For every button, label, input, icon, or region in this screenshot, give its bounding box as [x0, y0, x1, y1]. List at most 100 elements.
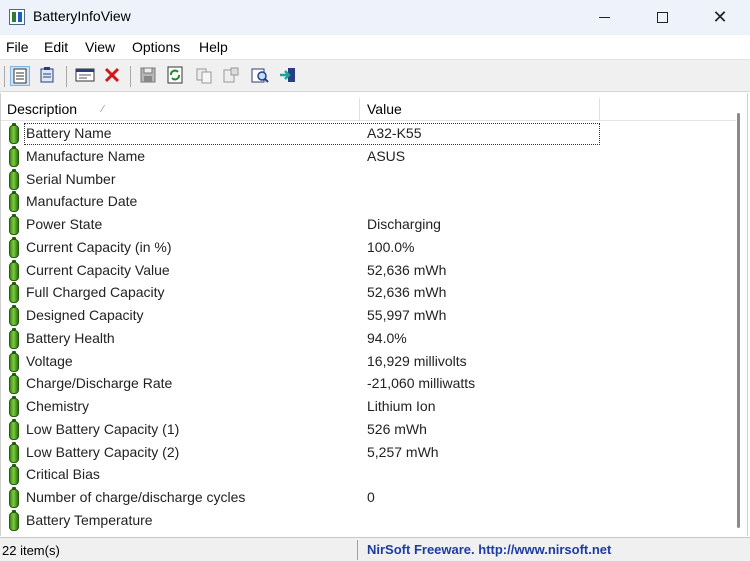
table-row[interactable]: Serial Number [1, 168, 736, 192]
row-value: 526 mWh [367, 420, 427, 437]
app-icon [9, 9, 25, 25]
row-value: Lithium Ion [367, 398, 436, 414]
options-icon [223, 67, 239, 83]
delete-icon [104, 67, 120, 83]
battery-icon [9, 145, 19, 167]
maximize-button[interactable] [633, 0, 691, 35]
table-row[interactable]: Battery Health 94.0% [1, 327, 736, 351]
nirsoft-link[interactable]: NirSoft Freeware. http://www.nirsoft.net [367, 542, 611, 557]
save-button[interactable] [139, 66, 159, 86]
refresh-button[interactable] [166, 66, 186, 86]
row-description: Serial Number [26, 170, 116, 187]
row-description: Number of charge/discharge cycles [26, 489, 246, 505]
row-value: 100.0% [367, 238, 415, 255]
table-row[interactable]: Battery Temperature [1, 509, 736, 533]
scrollbar-thumb[interactable] [737, 113, 740, 528]
column-header-value[interactable]: Value [367, 96, 597, 121]
row-value: A32-K55 [367, 125, 422, 141]
text-report-button[interactable] [38, 66, 58, 86]
minimize-button[interactable] [575, 0, 633, 35]
row-description: Battery Health [26, 329, 115, 346]
column-divider[interactable] [599, 98, 600, 121]
toolbar-separator [66, 66, 67, 87]
find-icon [251, 68, 269, 83]
properties-button[interactable] [75, 66, 95, 86]
list-header: Description ⁄ Value [1, 96, 747, 121]
row-description: Low Battery Capacity (1) [26, 420, 180, 437]
battery-icon [9, 327, 19, 349]
column-header-description-label: Description [7, 101, 78, 117]
column-header-value-label: Value [367, 101, 402, 117]
battery-icon [9, 373, 19, 395]
table-row[interactable]: Full Charged Capacity 52,636 mWh [1, 282, 736, 305]
status-bar: 22 item(s) NirSoft Freeware. http://www.… [0, 537, 750, 561]
menu-edit[interactable]: Edit [44, 39, 68, 55]
table-row[interactable]: Voltage 16,929 millivolts [1, 350, 736, 374]
html-report-button[interactable] [10, 66, 30, 86]
column-divider[interactable] [359, 98, 360, 121]
table-row[interactable]: Battery Name A32-K55 [1, 123, 736, 146]
row-value: 94.0% [367, 329, 407, 346]
table-row[interactable]: Current Capacity (in %) 100.0% [1, 236, 736, 260]
table-row[interactable]: Designed Capacity 55,997 mWh [1, 305, 736, 328]
row-description: Battery Name [26, 125, 112, 141]
menu-bar: File Edit View Options Help [0, 35, 750, 59]
battery-icon [9, 350, 19, 372]
properties-icon [75, 68, 95, 82]
table-row[interactable]: Manufacture Name ASUS [1, 145, 736, 169]
table-row[interactable]: Chemistry Lithium Ion [1, 396, 736, 419]
row-description: Low Battery Capacity (2) [26, 443, 180, 460]
row-description: Full Charged Capacity [26, 284, 165, 301]
toolbar-separator [4, 66, 5, 87]
row-description: Designed Capacity [26, 307, 144, 323]
row-description: Current Capacity (in %) [26, 238, 172, 255]
row-description: Manufacture Date [26, 193, 138, 210]
vertical-scrollbar[interactable] [736, 93, 747, 536]
item-count: 22 item(s) [2, 543, 60, 558]
table-row[interactable]: Power State Discharging [1, 214, 736, 237]
delete-button[interactable] [103, 66, 123, 86]
copy-icon [196, 68, 212, 84]
row-description: Voltage [26, 352, 73, 369]
battery-icon [9, 191, 19, 213]
row-value: -21,060 milliwatts [367, 375, 476, 392]
options-button[interactable] [222, 66, 242, 86]
table-row[interactable]: Critical Bias [1, 464, 736, 487]
row-value: 52,636 mWh [367, 261, 447, 278]
battery-icon [9, 123, 19, 144]
copy-button[interactable] [195, 66, 215, 86]
row-value: 5,257 mWh [367, 443, 439, 460]
row-description: Chemistry [26, 398, 90, 414]
maximize-icon [656, 12, 668, 23]
html-report-icon [13, 68, 27, 84]
exit-icon [280, 68, 295, 82]
toolbar [0, 59, 750, 92]
battery-info-list[interactable]: Description ⁄ Value Battery Name A32-K55 Ma… [0, 93, 748, 536]
table-row[interactable]: Low Battery Capacity (2) 5,257 mWh [1, 441, 736, 465]
table-row[interactable]: Current Capacity Value 52,636 mWh [1, 259, 736, 283]
battery-icon [9, 441, 19, 463]
battery-icon [9, 396, 19, 417]
row-description: Battery Temperature [26, 511, 153, 528]
minimize-icon [598, 17, 610, 18]
status-divider [357, 540, 358, 560]
row-description: Charge/Discharge Rate [26, 375, 173, 392]
exit-button[interactable] [278, 66, 298, 86]
table-row[interactable]: Charge/Discharge Rate -21,060 milliwatts [1, 373, 736, 396]
table-row[interactable]: Low Battery Capacity (1) 526 mWh [1, 418, 736, 442]
battery-icon [9, 168, 19, 190]
menu-help[interactable]: Help [199, 39, 228, 55]
find-button[interactable] [250, 66, 270, 86]
close-button[interactable]: ✕ [691, 0, 749, 35]
menu-file[interactable]: File [6, 39, 29, 55]
list-rows: Battery Name A32-K55 Manufacture Name ASUS S… [1, 123, 736, 533]
table-row[interactable]: Manufacture Date [1, 191, 736, 214]
refresh-icon [167, 66, 183, 84]
row-description: Power State [26, 216, 103, 232]
menu-view[interactable]: View [85, 39, 115, 55]
sort-indicator-icon: ⁄ [102, 104, 104, 115]
menu-options[interactable]: Options [132, 39, 180, 55]
table-row[interactable]: Number of charge/discharge cycles 0 [1, 487, 736, 510]
row-value: 0 [367, 489, 375, 505]
column-header-description[interactable]: Description ⁄ [7, 96, 357, 121]
